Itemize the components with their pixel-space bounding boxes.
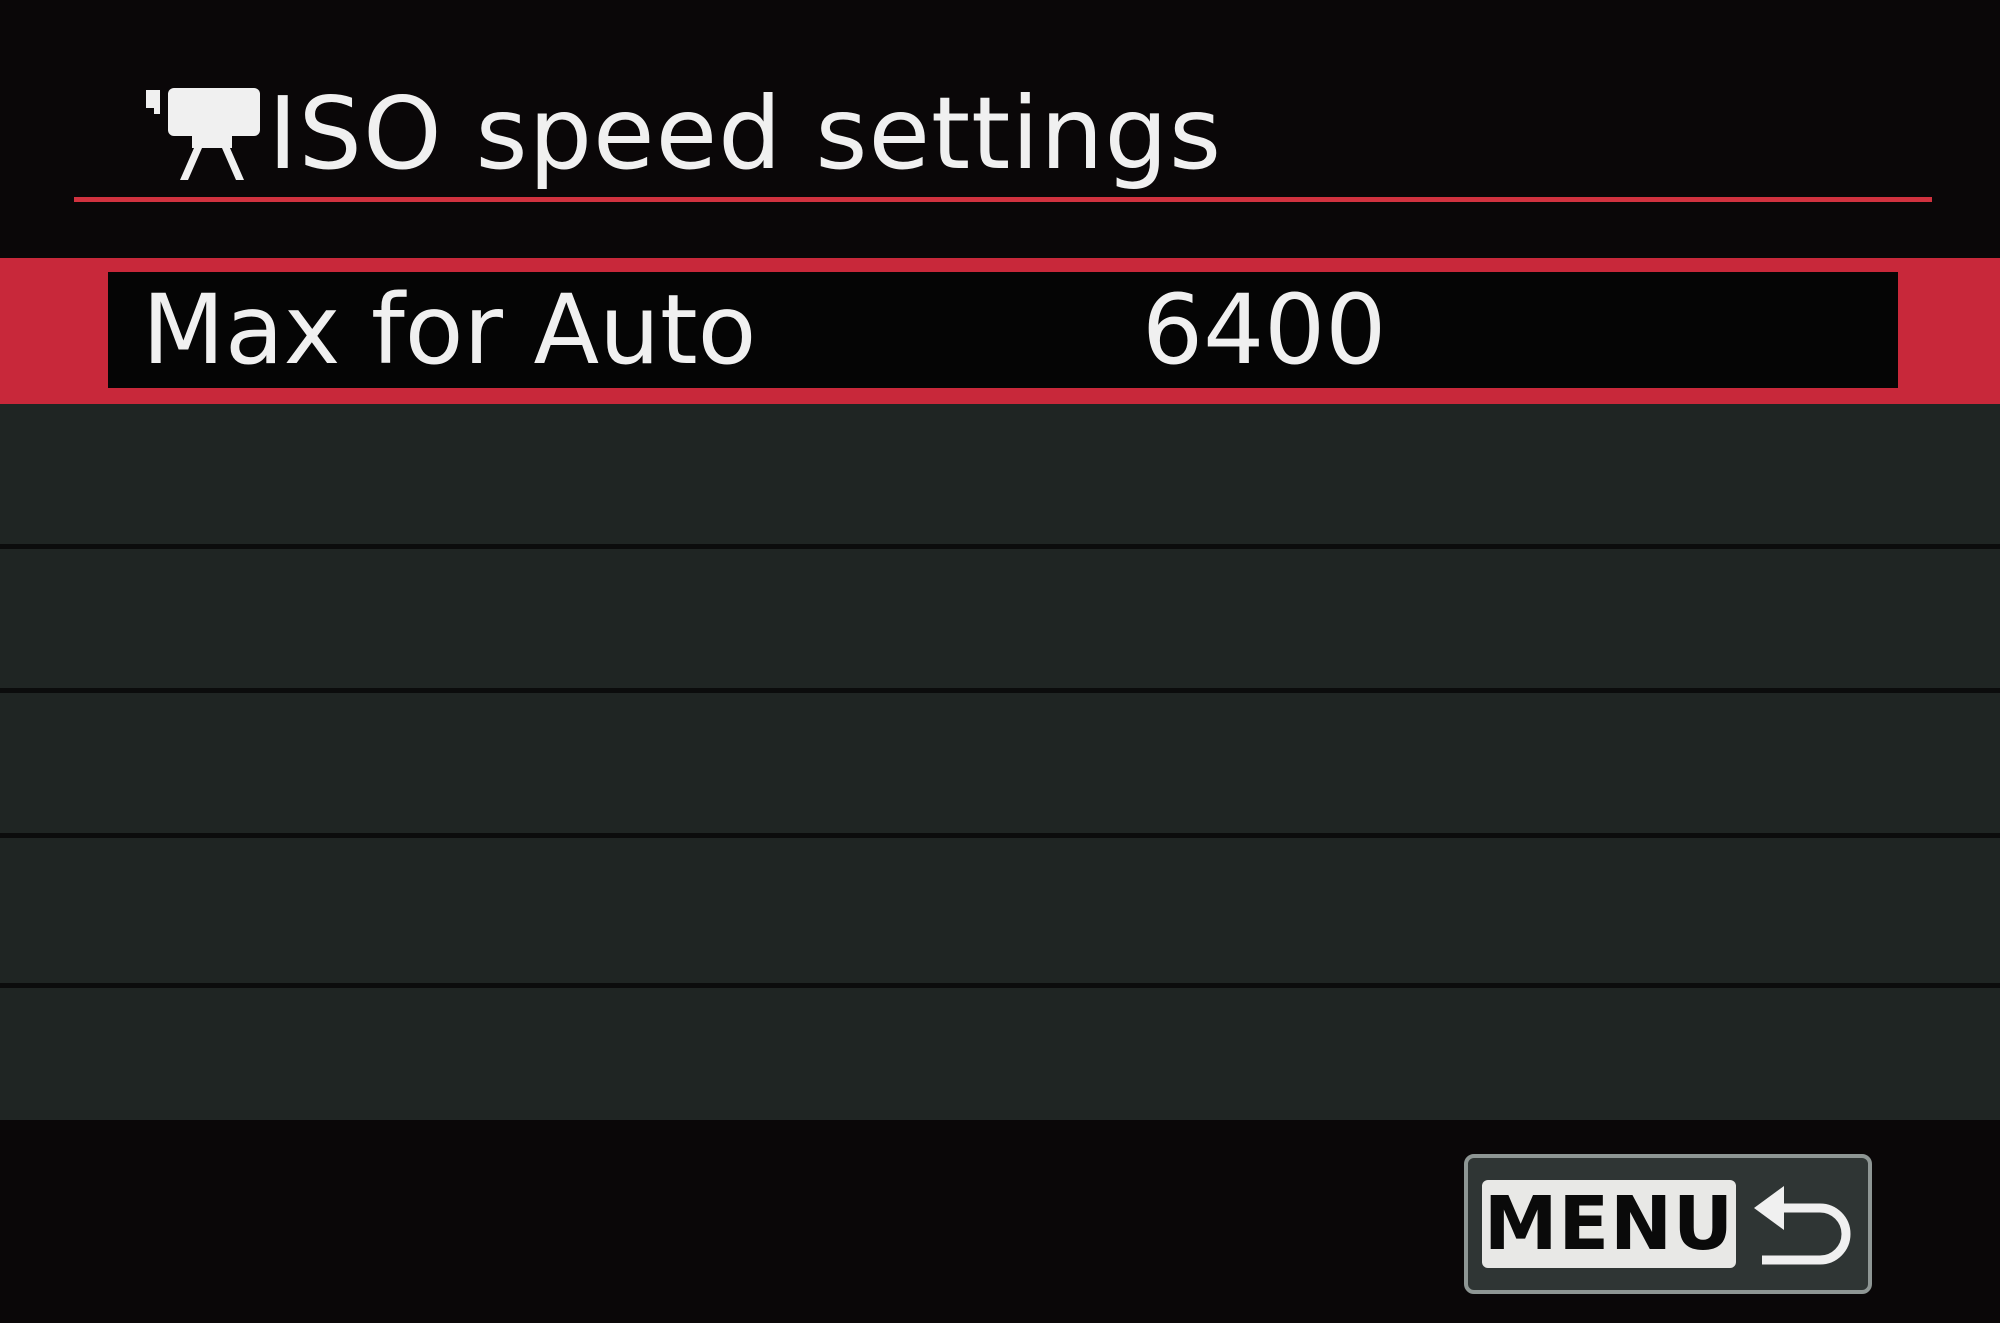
menu-row-empty <box>0 404 2000 549</box>
return-arrow-icon <box>1754 1186 1851 1265</box>
menu-row-empty <box>0 549 2000 693</box>
movie-camera-icon <box>146 88 260 180</box>
title-divider <box>74 197 1932 202</box>
menu-button-label: MENU <box>1482 1180 1736 1268</box>
menu-back-button[interactable]: MENU <box>1464 1154 1872 1294</box>
menu-row-inner: Max for Auto 6400 <box>108 272 1898 388</box>
menu-row-max-for-auto[interactable]: Max for Auto 6400 <box>0 258 2000 404</box>
menu-header: ISO speed settings <box>0 0 2000 205</box>
menu-row-empty <box>0 838 2000 1120</box>
menu-item-label: Max for Auto <box>142 274 757 386</box>
menu-item-value: 6400 <box>1142 274 1387 386</box>
menu-footer: MENU <box>0 1120 2000 1323</box>
camera-menu-screen: ISO speed settings Max for Auto 6400 MEN… <box>0 0 2000 1323</box>
row-divider <box>0 983 2000 988</box>
menu-row-empty <box>0 693 2000 838</box>
settings-list: Max for Auto 6400 <box>0 258 2000 1120</box>
page-title: ISO speed settings <box>268 75 1223 192</box>
